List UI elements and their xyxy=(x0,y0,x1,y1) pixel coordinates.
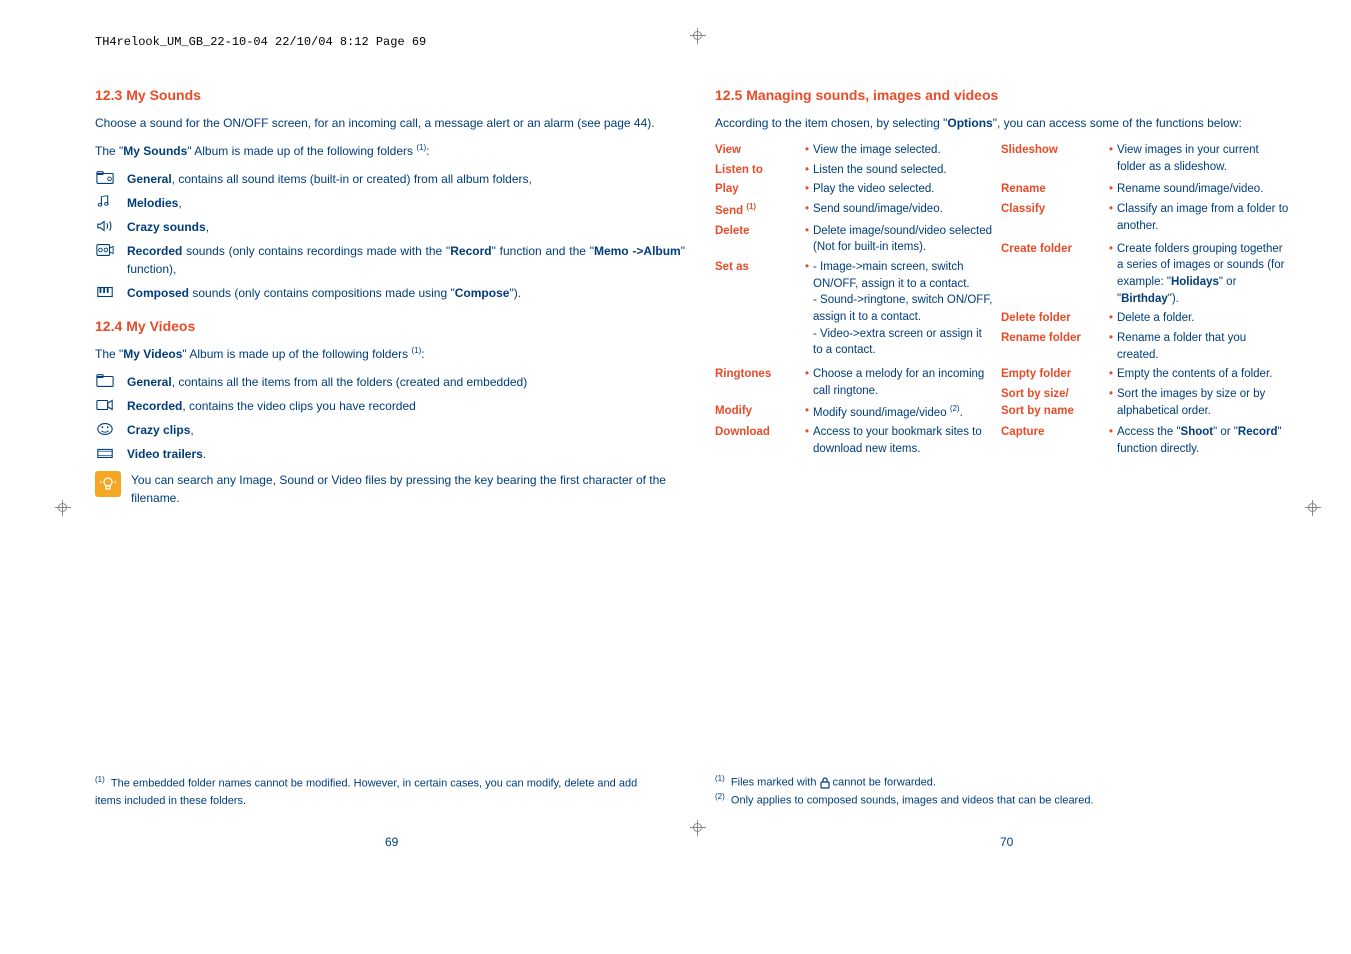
video-recorded-icon xyxy=(95,397,115,413)
crazy-sounds-icon xyxy=(95,218,115,234)
page-number-right: 70 xyxy=(1000,835,1013,849)
videos-folder-list: General, contains all the items from all… xyxy=(95,373,685,463)
page-number-left: 69 xyxy=(385,835,398,849)
sounds-folder-list: General, contains all sound items (built… xyxy=(95,170,685,302)
tip-lightbulb-icon xyxy=(95,471,121,497)
list-item: Video trailers. xyxy=(95,445,685,463)
footnote-right: (1) Files marked with cannot be forwarde… xyxy=(715,773,1275,809)
list-item: General, contains all sound items (built… xyxy=(95,170,685,188)
list-item: Crazy sounds, xyxy=(95,218,685,236)
opt-download-label: Download xyxy=(715,424,797,457)
crazy-clips-icon xyxy=(95,421,115,437)
registration-mark-icon xyxy=(1305,500,1321,516)
opt-delete-label: Delete xyxy=(715,223,797,256)
list-item: Composed sounds (only contains compositi… xyxy=(95,284,685,302)
composed-icon xyxy=(95,284,115,300)
opt-createfolder-label: Create folder xyxy=(1001,241,1101,308)
folder-general-icon xyxy=(95,373,115,389)
registration-mark-icon xyxy=(55,500,71,516)
section-heading-12-3: 12.3My Sounds xyxy=(95,85,685,106)
opt-classify-label: Classify xyxy=(1001,201,1101,238)
melodies-icon xyxy=(95,194,115,210)
footnote-left: (1) The embedded folder names cannot be … xyxy=(95,774,665,809)
registration-mark-icon xyxy=(690,28,706,44)
opt-modify-label: Modify xyxy=(715,403,797,422)
list-item: General, contains all the items from all… xyxy=(95,373,685,391)
list-item: Recorded sounds (only contains recording… xyxy=(95,242,685,278)
opt-sort-label: Sort by size/Sort by name xyxy=(1001,386,1101,421)
intro-text: Choose a sound for the ON/OFF screen, fo… xyxy=(95,114,685,132)
opt-listen-label: Listen to xyxy=(715,162,797,179)
tip-box: You can search any Image, Sound or Video… xyxy=(95,471,685,507)
opt-renamefolder-label: Rename folder xyxy=(1001,330,1101,363)
recorded-icon xyxy=(95,242,115,258)
sounds-folders-intro: The "My Sounds" Album is made up of the … xyxy=(95,142,685,160)
opt-ringtones-label: Ringtones xyxy=(715,366,797,399)
page-right: 12.5Managing sounds, images and videos A… xyxy=(715,85,1305,458)
opt-rename-label: Rename xyxy=(1001,181,1101,198)
page-left: 12.3My Sounds Choose a sound for the ON/… xyxy=(95,85,685,507)
opt-play-label: Play xyxy=(715,181,797,198)
list-item: Recorded, contains the video clips you h… xyxy=(95,397,685,415)
registration-mark-icon xyxy=(690,820,706,836)
lock-icon xyxy=(820,777,830,788)
opt-view-label: View xyxy=(715,142,797,159)
section-heading-12-5: 12.5Managing sounds, images and videos xyxy=(715,85,1305,106)
opt-slideshow-label: Slideshow xyxy=(1001,142,1101,178)
options-grid: View • View the image selected. Slidesho… xyxy=(715,142,1305,458)
tip-text: You can search any Image, Sound or Video… xyxy=(131,471,685,507)
section-heading-12-4: 12.4My Videos xyxy=(95,316,685,337)
opt-setas-label: Set as xyxy=(715,259,797,364)
opt-deletefolder-label: Delete folder xyxy=(1001,310,1101,327)
videos-folders-intro: The "My Videos" Album is made up of the … xyxy=(95,345,685,363)
opt-emptyfolder-label: Empty folder xyxy=(1001,366,1101,383)
folder-general-icon xyxy=(95,170,115,186)
list-item: Melodies, xyxy=(95,194,685,212)
opt-send-label: Send (1) xyxy=(715,201,797,220)
trailers-icon xyxy=(95,445,115,461)
list-item: Crazy clips, xyxy=(95,421,685,439)
opt-capture-label: Capture xyxy=(1001,424,1101,457)
header-filepath: TH4relook_UM_GB_22-10-04 22/10/04 8:12 P… xyxy=(95,35,426,49)
intro-text: According to the item chosen, by selecti… xyxy=(715,114,1305,132)
